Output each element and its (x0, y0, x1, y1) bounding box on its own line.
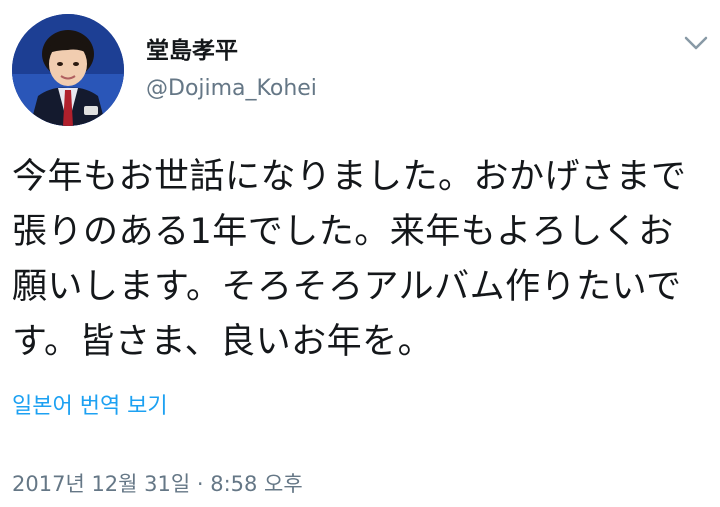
tweet-text-line: す。皆さま、良いお年を。 (12, 322, 434, 362)
avatar[interactable] (12, 14, 124, 126)
tweet-timestamp[interactable]: 2017년 12월 31일 · 8:58 오후 (12, 470, 303, 498)
translate-tweet-link[interactable]: 일본어 번역 보기 (12, 393, 168, 421)
chevron-down-icon[interactable] (682, 32, 710, 54)
display-name[interactable]: 堂島孝平 (146, 37, 238, 65)
tweet-text-line: 願いします。そろそろアルバム作りたいで (12, 267, 682, 307)
tweet-text-line: 張りのある1年でした。来年もよろしくお (12, 212, 674, 252)
tweet-text: 今年もお世話になりました。おかげさまで 張りのある1年でした。来年もよろしくお … (12, 150, 696, 370)
avatar-photo (12, 14, 124, 126)
user-handle[interactable]: @Dojima_Kohei (146, 76, 317, 102)
tweet-text-line: 今年もお世話になりました。おかげさまで (12, 157, 687, 197)
